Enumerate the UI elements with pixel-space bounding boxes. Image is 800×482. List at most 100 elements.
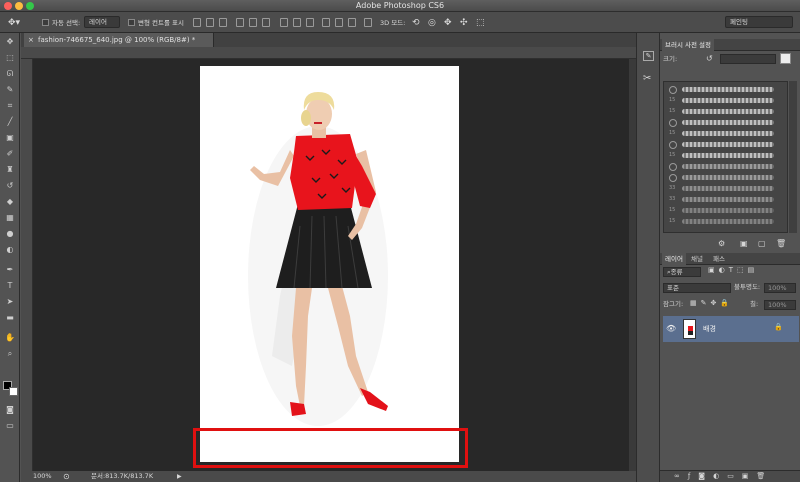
- hand-tool-icon[interactable]: ✋: [5, 333, 15, 343]
- document-image[interactable]: [200, 66, 459, 462]
- align-right-icon[interactable]: [262, 18, 270, 27]
- zoom-level[interactable]: 100%: [33, 471, 52, 482]
- align-hcenter-icon[interactable]: [249, 18, 257, 27]
- screen-mode-icon[interactable]: ▭: [5, 421, 15, 431]
- delete-brush-icon[interactable]: 🗑: [776, 239, 786, 248]
- align-bottom-icon[interactable]: [219, 18, 227, 27]
- fill-input[interactable]: 100%: [764, 300, 796, 310]
- distribute-vcenter-icon[interactable]: [293, 18, 301, 27]
- crop-tool-icon[interactable]: ⌗: [5, 101, 15, 111]
- pen-tool-icon[interactable]: ✒: [5, 265, 15, 275]
- brush-preset-item[interactable]: [666, 118, 782, 128]
- toolbox: ✥ ⬚ ᘏ ✎ ⌗ ╱ ▣ ✐ ♜ ↺ ◆ ▦ ● ◐ ✒ T ➤ ▬ ✋ ⌕ …: [0, 33, 20, 482]
- new-brush-icon[interactable]: ▢: [758, 239, 766, 248]
- zoom-tool-icon[interactable]: ⌕: [5, 349, 15, 359]
- brush-preset-item[interactable]: [666, 162, 782, 172]
- layers-panel-footer-icons[interactable]: ∞ƒ◙◐▭▣🗑: [660, 470, 800, 482]
- distribute-left-icon[interactable]: [322, 18, 330, 27]
- brush-preset-list[interactable]: 15 15 15 15 33 33 15 15: [663, 81, 788, 233]
- distribute-top-icon[interactable]: [280, 18, 288, 27]
- blend-mode-dropdown[interactable]: 표준: [663, 283, 731, 293]
- reset-size-icon[interactable]: ↺: [706, 54, 713, 63]
- brush-tool-icon[interactable]: ✐: [5, 149, 15, 159]
- 3d-scale-icon[interactable]: ⬚: [476, 18, 485, 28]
- dodge-tool-icon[interactable]: ◐: [5, 245, 15, 255]
- brush-panel-icon[interactable]: ✎: [643, 51, 654, 61]
- move-tool-preset-icon[interactable]: ✥▾: [8, 18, 20, 28]
- type-tool-icon[interactable]: T: [5, 281, 15, 291]
- move-tool-icon[interactable]: ✥: [5, 37, 15, 47]
- tab-paths[interactable]: 패스: [710, 253, 728, 265]
- rectangle-tool-icon[interactable]: ▬: [5, 313, 15, 323]
- lock-icons[interactable]: ▦✎✥🔒: [690, 299, 733, 307]
- clone-stamp-tool-icon[interactable]: ♜: [5, 165, 15, 175]
- tab-layers[interactable]: 레이어: [662, 253, 686, 265]
- history-brush-tool-icon[interactable]: ↺: [5, 181, 15, 191]
- brush-preset-item[interactable]: 15: [666, 217, 782, 227]
- lock-label: 잠그기:: [663, 300, 684, 308]
- layer-filter-dropdown[interactable]: ⌕종류: [663, 267, 701, 277]
- brush-preset-item[interactable]: [666, 140, 782, 150]
- fill-label: 칠:: [750, 300, 759, 308]
- brush-preset-item[interactable]: [666, 173, 782, 183]
- quick-select-tool-icon[interactable]: ✎: [5, 85, 15, 95]
- marquee-tool-icon[interactable]: ⬚: [5, 53, 15, 63]
- quick-mask-icon[interactable]: ◙: [5, 405, 15, 415]
- auto-select-checkbox[interactable]: [42, 19, 49, 26]
- clone-source-icon[interactable]: ✂: [643, 73, 651, 84]
- brush-preset-item[interactable]: 33: [666, 195, 782, 205]
- brush-preset-item[interactable]: 15: [666, 129, 782, 139]
- layer-filter-icons[interactable]: ▣◐T⬚▤: [708, 266, 758, 274]
- layer-filter-label: 종류: [670, 268, 683, 276]
- distribute-right-icon[interactable]: [348, 18, 356, 27]
- opacity-input[interactable]: 100%: [764, 283, 796, 293]
- auto-select-dropdown[interactable]: 레이어: [84, 16, 120, 28]
- 3d-roll-icon[interactable]: ◎: [428, 18, 436, 28]
- workspace-dropdown[interactable]: 페인팅: [725, 16, 793, 28]
- align-left-icon[interactable]: [236, 18, 244, 27]
- document-size: 문서:813.7K/813.7K: [91, 472, 154, 480]
- brush-preset-item[interactable]: 15: [666, 96, 782, 106]
- blur-tool-icon[interactable]: ●: [5, 229, 15, 239]
- align-vcenter-icon[interactable]: [206, 18, 214, 27]
- status-info-icon[interactable]: ⊙: [63, 471, 70, 482]
- fashion-model-photo: [248, 92, 388, 426]
- open-brush-panel-icon[interactable]: ▣: [740, 239, 748, 248]
- lasso-tool-icon[interactable]: ᘏ: [5, 69, 15, 79]
- panel-icon-strip: ✎ ✂: [636, 33, 660, 482]
- close-document-icon[interactable]: ×: [28, 33, 34, 47]
- brush-preset-item[interactable]: [666, 85, 782, 95]
- background-color-swatch[interactable]: [9, 387, 18, 396]
- brush-preset-item[interactable]: 33: [666, 184, 782, 194]
- healing-brush-tool-icon[interactable]: ▣: [5, 133, 15, 143]
- eraser-tool-icon[interactable]: ◆: [5, 197, 15, 207]
- 3d-rotate-icon[interactable]: ⟲: [412, 18, 420, 28]
- gradient-tool-icon[interactable]: ▦: [5, 213, 15, 223]
- show-transform-checkbox[interactable]: [128, 19, 135, 26]
- distribute-hcenter-icon[interactable]: [335, 18, 343, 27]
- status-menu-arrow-icon[interactable]: ▶: [177, 471, 182, 482]
- eye-icon[interactable]: 👁: [666, 324, 676, 333]
- brush-presets-tabs: 브러시 사전 설정: [660, 39, 800, 51]
- auto-align-icon[interactable]: [364, 18, 372, 27]
- title-bar: Adobe Photoshop CS6: [0, 0, 800, 12]
- path-select-tool-icon[interactable]: ➤: [5, 297, 15, 307]
- tab-brush-presets[interactable]: 브러시 사전 설정: [662, 39, 714, 51]
- brush-list-scrollbar[interactable]: [789, 81, 797, 233]
- brush-preset-item[interactable]: 15: [666, 151, 782, 161]
- document-tab[interactable]: × fashion-746675_640.jpg @ 100% (RGB/8#)…: [24, 33, 214, 47]
- 3d-drag-icon[interactable]: ✥: [444, 18, 452, 28]
- brush-preset-item[interactable]: 15: [666, 206, 782, 216]
- eyedropper-tool-icon[interactable]: ╱: [5, 117, 15, 127]
- tab-channels[interactable]: 채널: [688, 253, 706, 265]
- opacity-label: 불투명도:: [734, 283, 761, 291]
- create-brush-icon[interactable]: [780, 53, 791, 64]
- brush-preset-item[interactable]: 15: [666, 107, 782, 117]
- toggle-brush-panel-icon[interactable]: ⚙: [718, 239, 725, 248]
- align-top-icon[interactable]: [193, 18, 201, 27]
- vertical-scrollbar[interactable]: [629, 59, 636, 471]
- distribute-bottom-icon[interactable]: [306, 18, 314, 27]
- 3d-slide-icon[interactable]: ✣: [460, 18, 468, 28]
- layer-row-background[interactable]: 👁 배경 🔒: [663, 316, 799, 342]
- brush-size-slider[interactable]: [720, 54, 776, 64]
